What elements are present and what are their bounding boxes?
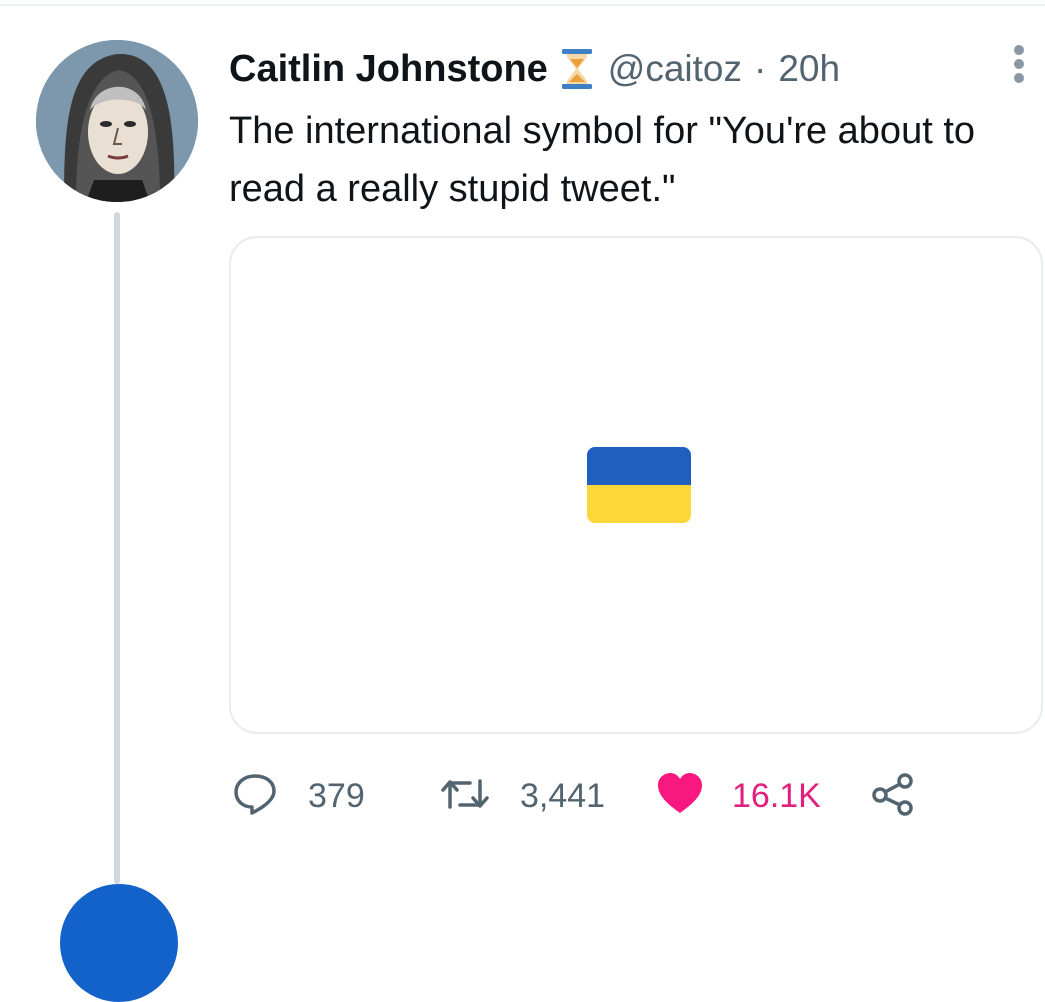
separator-dot: ·: [754, 48, 767, 89]
author-handle[interactable]: @caitoz: [608, 48, 742, 90]
tweet-text: The international symbol for "You're abo…: [229, 110, 976, 210]
reply-button[interactable]: 379: [232, 770, 365, 822]
avatar[interactable]: [36, 40, 198, 202]
top-divider: [0, 4, 1045, 6]
share-icon: [870, 771, 916, 822]
avatar-portrait-illustration: [36, 40, 198, 202]
more-options-icon[interactable]: [1006, 42, 1032, 86]
thread-line: [114, 212, 120, 884]
retweet-count: 3,441: [520, 776, 606, 815]
like-button[interactable]: 16.1K: [656, 770, 821, 822]
ukraine-flag-icon: [587, 447, 691, 523]
retweet-icon: [440, 771, 490, 822]
reply-count: 379: [308, 776, 365, 815]
tweet-timestamp[interactable]: 20h: [778, 48, 840, 90]
retweet-button[interactable]: 3,441: [440, 770, 605, 822]
tweet-header: Caitlin Johnstone @caitoz · 20h: [229, 44, 840, 94]
reply-icon: [232, 771, 278, 822]
author-display-name[interactable]: Caitlin Johnstone: [229, 48, 548, 91]
tweet-media-card[interactable]: [229, 236, 1043, 734]
hourglass-icon: [560, 47, 594, 91]
share-button[interactable]: [870, 770, 916, 822]
like-count: 16.1K: [732, 776, 821, 815]
tweet-actions: 379 3,441 16.1K: [232, 770, 932, 822]
heart-filled-icon: [656, 771, 704, 822]
